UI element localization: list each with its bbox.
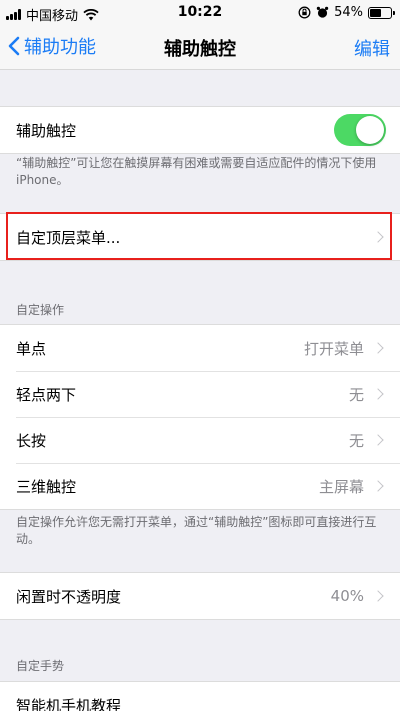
chevron-right-icon [372, 388, 384, 400]
battery-percent: 54% [334, 5, 363, 20]
action-cell-double-tap[interactable]: 轻点两下 无 [0, 371, 400, 417]
idle-opacity-group: 闲置时不透明度 40% [0, 572, 400, 620]
gesture-cell-tutorial[interactable]: 智能机手机教程 [0, 682, 400, 711]
action-label: 三维触控 [16, 477, 77, 496]
back-button[interactable]: 辅助功能 [8, 33, 96, 59]
battery-icon [368, 6, 395, 19]
battery-fill [370, 8, 381, 17]
idle-opacity-label: 闲置时不透明度 [16, 587, 122, 606]
nav-bar: 辅助功能 辅助触控 编辑 [0, 26, 400, 70]
custom-gestures-header: 自定手势 [16, 659, 65, 673]
assistive-touch-footnote: “辅助触控”可让您在触摸屏幕有困难或需要自适应配件的情况下使用 iPhone。 [16, 156, 377, 187]
status-right: 54% [298, 5, 395, 20]
assistive-touch-toggle[interactable] [334, 114, 386, 146]
top-menu-label: 自定顶层菜单... [16, 228, 121, 247]
action-label: 长按 [16, 431, 47, 450]
custom-gestures-group: 智能机手机教程 [0, 681, 400, 711]
rotation-lock-icon [298, 6, 311, 19]
custom-actions-header: 自定操作 [16, 303, 65, 317]
status-bar: 中国移动 10:22 54% [0, 0, 400, 26]
action-cell-single-tap[interactable]: 单点 打开菜单 [0, 325, 400, 371]
gesture-label: 智能机手机教程 [16, 696, 122, 711]
action-label: 单点 [16, 339, 47, 358]
chevron-right-icon [372, 231, 384, 243]
assistive-touch-cell: 辅助触控 [0, 107, 400, 153]
action-label: 轻点两下 [16, 385, 77, 404]
chevron-left-icon [8, 36, 20, 56]
top-menu-cell[interactable]: 自定顶层菜单... [0, 214, 400, 260]
chevron-right-icon [372, 590, 384, 602]
custom-actions-footnote: 自定操作允许您无需打开菜单，通过“辅助触控”图标即可直接进行互动。 [16, 515, 377, 546]
assistive-touch-group: 辅助触控 [0, 106, 400, 154]
alarm-icon [316, 6, 329, 18]
action-cell-long-press[interactable]: 长按 无 [0, 417, 400, 463]
action-value: 打开菜单 [303, 339, 364, 358]
action-value: 无 [348, 431, 364, 450]
edit-button[interactable]: 编辑 [354, 35, 390, 61]
chevron-right-icon [372, 480, 384, 492]
custom-actions-group: 单点 打开菜单 轻点两下 无 长按 无 三维触控 主屏幕 [0, 324, 400, 510]
back-label: 辅助功能 [24, 37, 96, 58]
idle-opacity-value: 40% [330, 587, 364, 605]
action-cell-3d-touch[interactable]: 三维触控 主屏幕 [0, 463, 400, 509]
idle-opacity-cell[interactable]: 闲置时不透明度 40% [0, 573, 400, 619]
chevron-right-icon [372, 434, 384, 446]
assistive-touch-label: 辅助触控 [16, 121, 77, 140]
chevron-right-icon [372, 342, 384, 354]
toggle-knob [356, 116, 384, 144]
action-value: 无 [348, 385, 364, 404]
action-value: 主屏幕 [318, 477, 364, 496]
top-menu-group: 自定顶层菜单... [0, 213, 400, 261]
